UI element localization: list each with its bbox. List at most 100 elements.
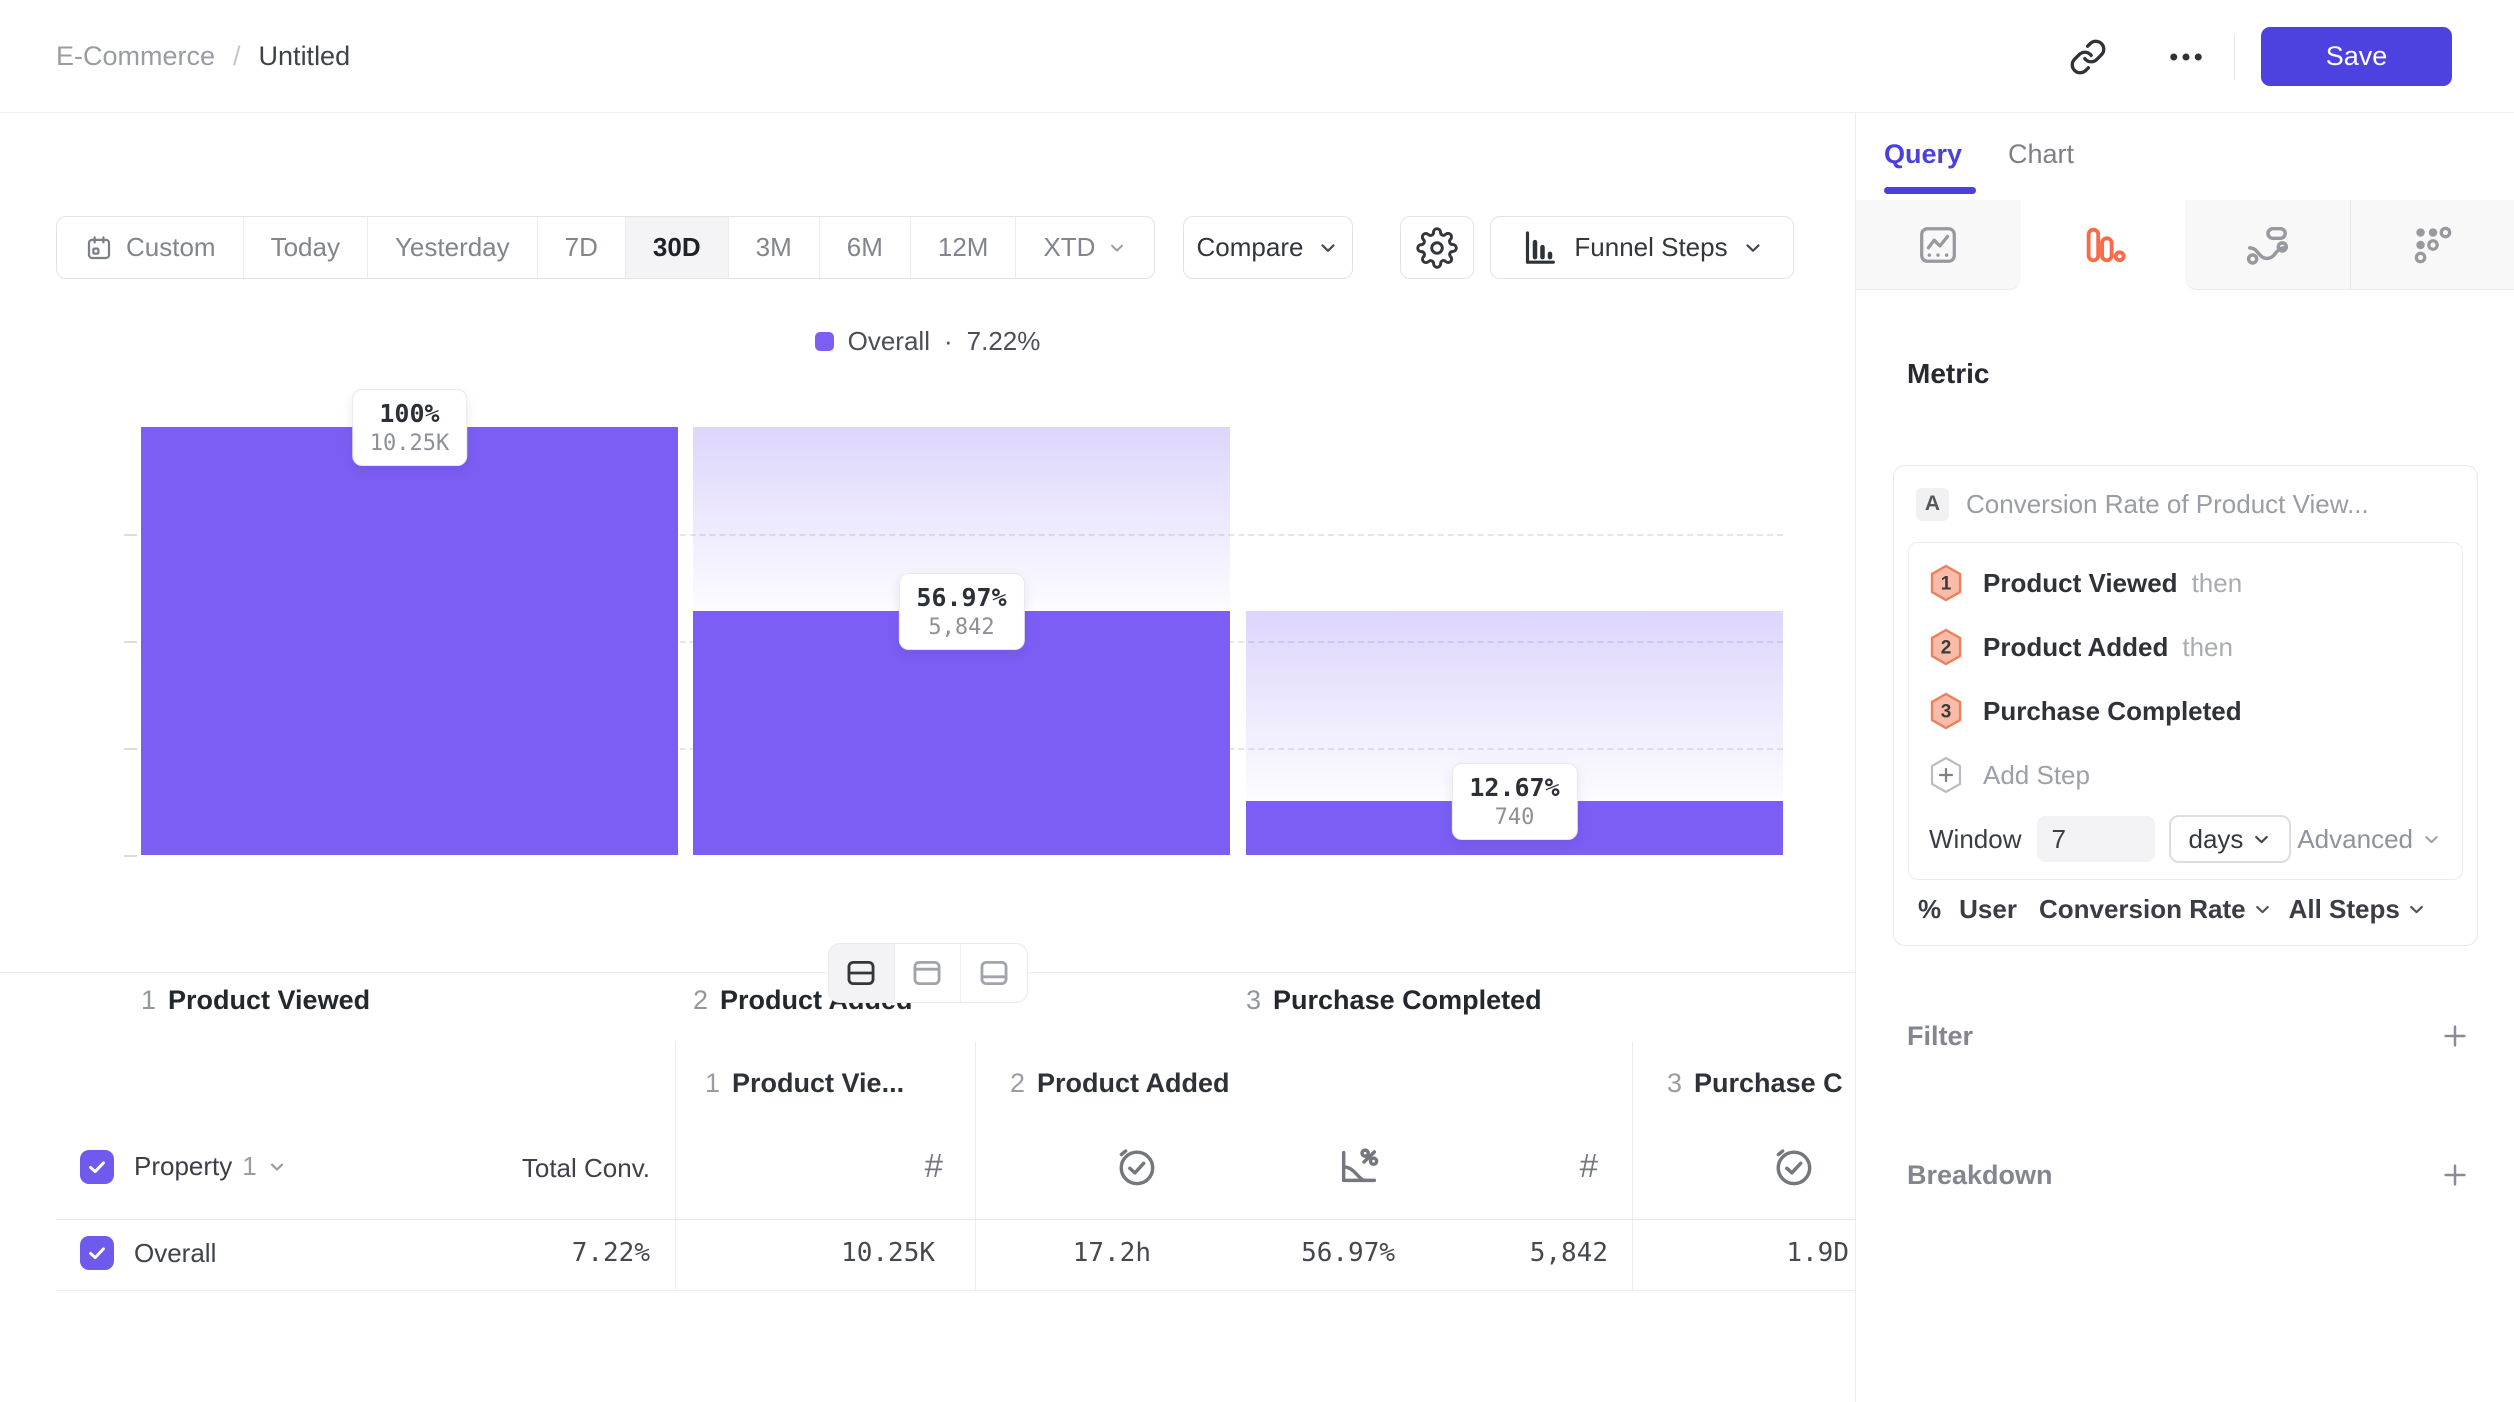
step-number: 3 <box>1246 985 1261 1016</box>
date-range-today[interactable]: Today <box>244 217 368 278</box>
clock-check-icon[interactable] <box>1113 1143 1159 1189</box>
clock-check-icon[interactable] <box>1770 1143 1816 1189</box>
step-number-hexagon-icon: 3 <box>1929 692 1963 730</box>
add-step-button[interactable]: Add Step <box>1929 743 2442 807</box>
table-column-divider <box>1632 1042 1633 1290</box>
column-group-header-1[interactable]: 1 Product Vie... <box>705 1068 904 1099</box>
tab-flows-report[interactable] <box>2185 200 2350 290</box>
layout-chart-only-button[interactable] <box>895 944 961 1002</box>
group-step-number: 1 <box>705 1068 720 1099</box>
measure-scope-select[interactable]: All Steps <box>2289 894 2427 925</box>
date-range-12m[interactable]: 12M <box>911 217 1017 278</box>
rate-chart-icon[interactable] <box>1336 1143 1382 1189</box>
more-menu-button[interactable] <box>2154 25 2218 89</box>
row-name[interactable]: Overall <box>134 1238 216 1269</box>
y-axis-tick-mark <box>124 641 137 643</box>
measure-metric-select[interactable]: Conversion Rate <box>2039 894 2273 925</box>
chart-settings-button[interactable] <box>1400 216 1474 279</box>
date-range-6m[interactable]: 6M <box>820 217 911 278</box>
tab-chart[interactable]: Chart <box>2008 139 2074 170</box>
breadcrumb: E-Commerce / Untitled <box>56 0 350 113</box>
tab-query[interactable]: Query <box>1884 139 1962 170</box>
tab-retention-report[interactable] <box>2350 200 2514 290</box>
ellipsis-icon <box>2165 36 2207 78</box>
step-number: 1 <box>141 985 156 1016</box>
query-step-2[interactable]: 2Product Addedthen <box>1929 615 2442 679</box>
layout-split-button[interactable] <box>829 944 895 1002</box>
breadcrumb-separator: / <box>233 41 241 72</box>
layout-table-only-button[interactable] <box>961 944 1027 1002</box>
column-group-header-2[interactable]: 2Product Added <box>1010 1068 1230 1099</box>
breadcrumb-project[interactable]: E-Commerce <box>56 41 215 72</box>
save-button[interactable]: Save <box>2261 27 2452 86</box>
table-cell: 17.2h <box>1073 1238 1151 1268</box>
badge-count: 10.25K <box>370 430 449 458</box>
legend-value: 7.22% <box>967 326 1041 357</box>
y-axis-tick-mark <box>124 855 137 857</box>
window-value-input[interactable] <box>2037 816 2155 862</box>
add-step-label: Add Step <box>1983 760 2090 791</box>
measure-scope-label: All Steps <box>2289 894 2400 925</box>
chart-type-button[interactable]: Funnel Steps <box>1490 216 1794 279</box>
badge-conversion-pct: 100% <box>370 397 449 430</box>
window-label: Window <box>1929 824 2021 855</box>
property-column-header[interactable]: Property 1 <box>134 1151 287 1182</box>
query-step-3[interactable]: 3Purchase Completed <box>1929 679 2442 743</box>
header-divider <box>2234 34 2235 80</box>
chevron-down-icon <box>2251 829 2272 850</box>
date-range-label: 12M <box>938 232 989 263</box>
tab-funnels-report[interactable] <box>2021 200 2186 290</box>
badge-count: 5,842 <box>916 614 1006 642</box>
header-actions: Save <box>2056 0 2514 113</box>
value-badge-step-2: 56.97%5,842 <box>898 573 1024 650</box>
hash-icon[interactable]: # <box>1580 1143 1598 1189</box>
step-number-hexagon-icon: 2 <box>1929 628 1963 666</box>
tab-insights-report[interactable] <box>1856 200 2021 290</box>
advanced-toggle[interactable]: Advanced <box>2297 824 2442 855</box>
badge-conversion-pct: 12.67% <box>1469 771 1559 804</box>
date-range-xtd[interactable]: XTD <box>1016 217 1154 278</box>
table-column-divider <box>675 1042 676 1290</box>
select-all-checkbox[interactable] <box>80 1150 114 1184</box>
step-event-name: Product Added <box>1983 632 2168 663</box>
query-step-1[interactable]: 1Product Viewedthen <box>1929 551 2442 615</box>
funnel-steps-card: 1Product Viewedthen2Product Addedthen3Pu… <box>1908 542 2463 880</box>
group-step-name: Product Vie... <box>732 1068 904 1099</box>
column-group-header-3[interactable]: 3 Purchase C <box>1667 1068 1843 1099</box>
table-cell: 5,842 <box>1530 1238 1608 1268</box>
total-conv-header[interactable]: Total Conv. <box>522 1153 650 1184</box>
date-range-30d[interactable]: 30D <box>626 217 729 278</box>
row-checkbox[interactable] <box>80 1236 114 1270</box>
date-range-yesterday[interactable]: Yesterday <box>368 217 538 278</box>
layout-toggle-group <box>828 943 1028 1003</box>
compare-button[interactable]: Compare <box>1183 216 1353 279</box>
breadcrumb-title[interactable]: Untitled <box>259 41 351 72</box>
table-column-divider <box>975 1042 976 1290</box>
legend-separator: · <box>944 326 953 357</box>
report-type-tabs <box>1856 200 2514 290</box>
measure-metric-label: Conversion Rate <box>2039 894 2246 925</box>
add-filter-button[interactable] <box>2440 1021 2470 1051</box>
group-step-name: Purchase C <box>1694 1068 1843 1099</box>
hash-icon[interactable]: # <box>925 1143 943 1189</box>
top-bar: E-Commerce / Untitled Save <box>0 0 2514 113</box>
date-range-7d[interactable]: 7D <box>538 217 626 278</box>
window-unit-select[interactable]: days <box>2169 815 2291 863</box>
date-range-custom[interactable]: Custom <box>57 217 244 278</box>
share-link-button[interactable] <box>2056 25 2120 89</box>
step-axis-label-1: 1 Product Viewed <box>141 985 370 1016</box>
measure-entity[interactable]: User <box>1959 894 2017 925</box>
funnel-bar-step-1[interactable] <box>141 427 678 855</box>
date-range-3m[interactable]: 3M <box>729 217 820 278</box>
group-step-number: 3 <box>1667 1068 1682 1099</box>
measure-prefix: % <box>1918 894 1941 925</box>
metric-title: Conversion Rate of Product View... <box>1966 489 2369 520</box>
property-label: Property <box>134 1151 232 1182</box>
metric-header[interactable]: A Conversion Rate of Product View... <box>1894 466 2477 542</box>
flows-icon <box>2244 222 2290 268</box>
add-breakdown-button[interactable] <box>2440 1160 2470 1190</box>
chart-legend[interactable]: Overall · 7.22% <box>0 326 1855 357</box>
chevron-down-icon <box>1742 237 1764 259</box>
step-name: Product Viewed <box>168 985 370 1016</box>
table-cell: 10.25K <box>841 1238 935 1268</box>
